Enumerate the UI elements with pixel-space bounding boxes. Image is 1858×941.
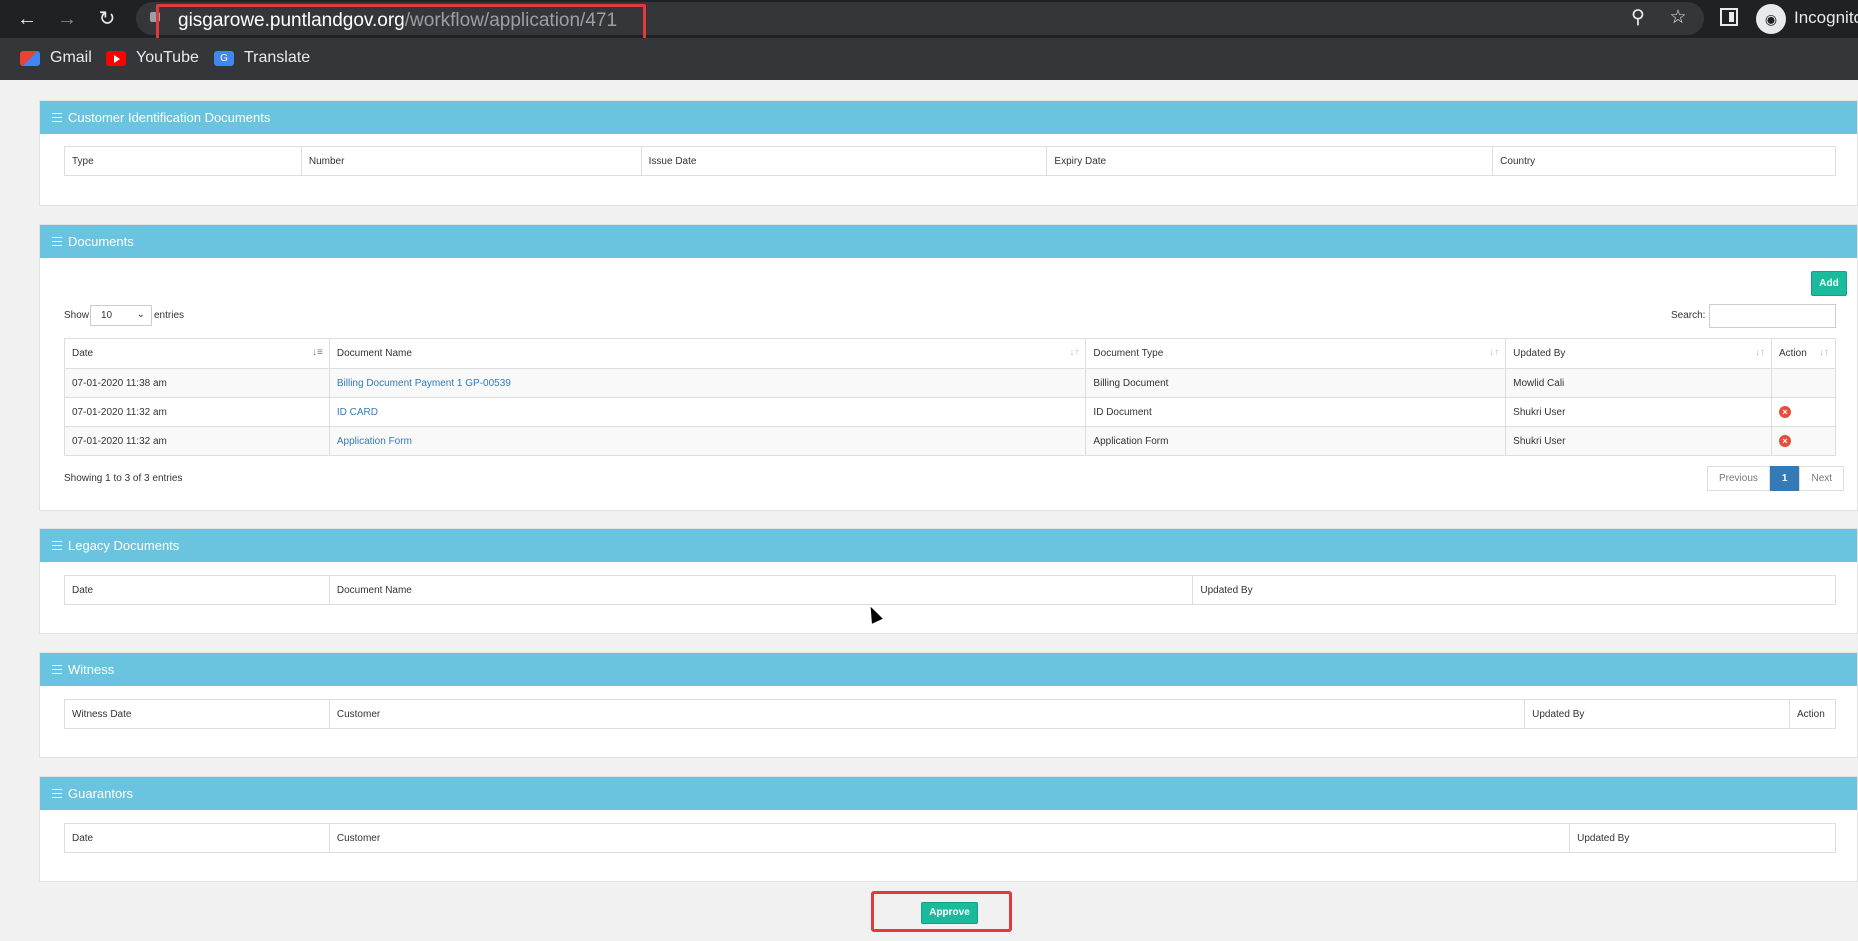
panel-title: Witness [68,662,115,677]
zoom-icon[interactable]: ⚲ [1626,6,1650,30]
legacy-documents-table: Date Document Name Updated By [64,575,1836,605]
panel-header: Legacy Documents [40,529,1857,562]
bookmark-label: YouTube [136,49,199,66]
column-header[interactable]: Customer [328,823,1571,853]
row-date: 07-01-2020 11:32 am [64,426,330,456]
page-size-select[interactable]: 10 ⌄ [90,305,152,326]
column-header-date[interactable]: Date ↓≡ [64,338,330,369]
column-header[interactable]: Witness Date [64,699,330,729]
bookmark-gmail[interactable]: Gmail [20,48,92,68]
column-header[interactable]: Date [64,823,330,853]
panel-title: Customer Identification Documents [68,110,271,125]
table-row: 07-01-2020 11:32 am ID CARD ID Document … [64,397,1836,427]
row-updated-by: Shukri User [1505,397,1772,427]
bookmark-translate[interactable]: G Translate [214,48,310,68]
side-panel-icon[interactable] [1720,8,1738,26]
previous-page-button[interactable]: Previous [1707,466,1770,491]
bookmark-label: Translate [244,49,311,66]
documents-table: Date ↓≡ Document Name ↓↑ Document Type ↓↑ U… [64,338,1836,456]
translate-icon: G [214,50,234,66]
column-header[interactable]: Updated By [1569,823,1836,853]
reload-icon[interactable]: ↻ [94,6,120,32]
column-header[interactable]: Issue Date [640,146,1048,176]
bookmarks-bar: Gmail YouTube G Translate [0,38,1858,80]
table-row: 07-01-2020 11:32 am Application Form App… [64,426,1836,456]
youtube-icon [106,50,126,66]
panel-title: Legacy Documents [68,538,180,553]
column-header[interactable]: Customer [328,699,1526,729]
guarantors-table: Date Customer Updated By [64,823,1836,853]
panel-title: Guarantors [68,786,134,801]
column-header[interactable]: Date [64,575,330,605]
row-type: Billing Document [1085,368,1507,398]
row-action [1771,368,1836,398]
profile-label[interactable]: Incognito [1794,8,1858,28]
sort-icon: ↓↑ [1819,347,1829,358]
forward-icon[interactable]: → [54,6,80,32]
add-document-button[interactable]: Add [1811,271,1847,296]
sort-icon: ↓↑ [1755,347,1765,358]
search-label: Search: [1671,310,1706,321]
column-header[interactable]: Number [300,146,642,176]
row-updated-by: Shukri User [1505,426,1772,456]
sort-desc-icon: ↓≡ [312,347,323,358]
show-label: Show [64,310,90,321]
document-link[interactable]: Application Form [337,436,412,447]
table-row: 07-01-2020 11:38 am Billing Document Pay… [64,368,1836,398]
chevron-down-icon: ⌄ [136,309,145,320]
row-date: 07-01-2020 11:32 am [64,397,330,427]
approve-highlight-box [871,891,1012,932]
back-icon[interactable]: ← [14,6,40,32]
bookmark-label: Gmail [50,49,92,66]
panel-header: Witness [40,653,1857,686]
column-header[interactable]: Updated By [1192,575,1836,605]
incognito-icon[interactable]: ◉ [1756,4,1786,34]
witness-table: Witness Date Customer Updated By Action [64,699,1837,729]
column-header-updated-by[interactable]: Updated By ↓↑ [1505,338,1772,369]
document-link[interactable]: Billing Document Payment 1 GP-00539 [337,378,511,389]
delete-icon[interactable]: × [1779,406,1791,418]
column-header[interactable]: Document Name [328,575,1194,605]
identification-table: Type Number Issue Date Expiry Date Count… [64,146,1836,176]
column-header[interactable]: Updated By [1524,699,1790,729]
column-header[interactable]: Expiry Date [1046,146,1494,176]
row-updated-by: Mowlid Cali [1505,368,1772,398]
column-header[interactable]: Country [1492,146,1836,176]
list-icon [52,789,62,798]
table-info: Showing 1 to 3 of 3 entries [64,473,183,484]
row-date: 07-01-2020 11:38 am [64,368,330,398]
row-type: Application Form [1085,426,1507,456]
panel-title: Documents [68,234,134,249]
gmail-icon [20,50,40,66]
page-size-value: 10 [101,310,113,321]
column-header-type[interactable]: Document Type ↓↑ [1085,338,1507,369]
column-header[interactable]: Type [64,146,302,176]
column-header-action[interactable]: Action ↓↑ [1771,338,1836,369]
list-icon [52,237,62,246]
bookmark-youtube[interactable]: YouTube [106,48,199,68]
delete-icon[interactable]: × [1779,435,1791,447]
sort-icon: ↓↑ [1069,347,1080,358]
column-header-name[interactable]: Document Name ↓↑ [328,338,1087,369]
panel-header: Guarantors [40,777,1857,810]
search-input[interactable] [1709,304,1836,328]
next-page-button[interactable]: Next [1799,466,1845,491]
row-type: ID Document [1085,397,1507,427]
panel-header: Customer Identification Documents [40,101,1857,134]
list-icon [52,665,62,674]
page-1-button[interactable]: 1 [1769,466,1800,491]
list-icon [52,113,62,122]
pagination: Previous 1 Next [1707,466,1845,491]
entries-label: entries [154,310,185,321]
panel-header: Documents [40,225,1857,258]
sort-icon: ↓↑ [1489,347,1500,358]
bookmark-star-icon[interactable]: ☆ [1666,6,1690,30]
document-link[interactable]: ID CARD [337,407,378,418]
list-icon [52,541,62,550]
column-header[interactable]: Action [1788,699,1837,729]
